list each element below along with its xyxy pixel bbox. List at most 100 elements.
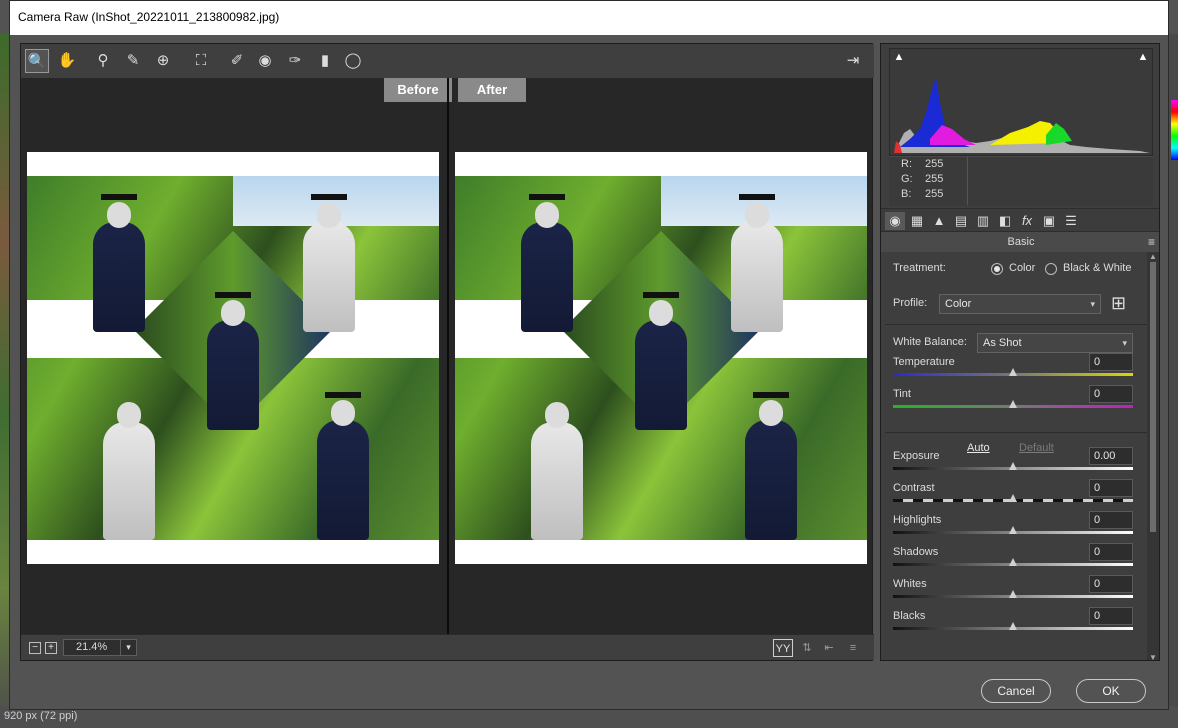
- shadows-value-input[interactable]: 0: [1089, 543, 1133, 561]
- tab-hsl[interactable]: ▤: [951, 212, 971, 230]
- copy-settings-button[interactable]: ⇤: [819, 639, 839, 657]
- color-sampler-tool-button[interactable]: ✎: [121, 49, 145, 73]
- photo-figure: [531, 402, 583, 540]
- white-balance-value: As Shot: [983, 337, 1022, 349]
- auto-link[interactable]: Auto: [967, 442, 990, 454]
- adjustment-brush-icon: ✑: [288, 52, 302, 69]
- zoom-out-button[interactable]: −: [29, 642, 41, 654]
- before-after-view-button[interactable]: YY: [773, 639, 793, 657]
- whites-value-input[interactable]: 0: [1089, 575, 1133, 593]
- red-eye-tool-button[interactable]: ◉: [253, 49, 277, 73]
- blacks-slider-handle[interactable]: [1009, 622, 1017, 630]
- scroll-down-icon[interactable]: ▼: [1148, 653, 1158, 660]
- panel-tabs: ◉ ▦ ▲ ▤ ▥ ◧ fx ▣ ☰: [881, 208, 1159, 232]
- blacks-label: Blacks: [893, 610, 926, 622]
- exposure-value-input[interactable]: 0.00: [1089, 447, 1133, 465]
- zoom-level-value: 21.4%: [76, 641, 108, 653]
- chevron-down-icon: ▾: [120, 640, 136, 655]
- shadows-slider-handle[interactable]: [1009, 558, 1017, 566]
- tab-lens-corrections[interactable]: ◧: [995, 212, 1015, 230]
- cancel-button[interactable]: Cancel: [981, 679, 1051, 703]
- tool-bar: 🔍 ✋ ⚲ ✎ ⊕ ⛶ ✐ ◉ ✑ ▮ ◯ ⇥: [21, 44, 874, 78]
- white-balance-tool-button[interactable]: ⚲: [91, 49, 115, 73]
- crop-icon: ⛶: [195, 52, 207, 69]
- tab-presets[interactable]: ☰: [1061, 212, 1081, 230]
- preview-preferences-button[interactable]: ≡: [843, 639, 863, 657]
- tab-detail[interactable]: ▲: [929, 212, 949, 230]
- graduated-filter-tool-button[interactable]: ▮: [313, 49, 337, 73]
- zoom-in-button[interactable]: +: [45, 642, 57, 654]
- rgb-readout: R: 255 G: 255 B: 255: [889, 156, 1153, 206]
- panel-menu-icon[interactable]: ≡: [1148, 232, 1155, 252]
- spot-removal-tool-button[interactable]: ✐: [225, 49, 249, 73]
- tab-split-toning[interactable]: ▥: [973, 212, 993, 230]
- temperature-value-input[interactable]: 0: [1089, 353, 1133, 371]
- radial-filter-tool-button[interactable]: ◯: [341, 49, 365, 73]
- minus-icon: −: [32, 642, 38, 653]
- detail-icon: ▲: [932, 213, 946, 228]
- targeted-adjustment-tool-button[interactable]: ⊕: [151, 49, 175, 73]
- crop-tool-button[interactable]: ⛶: [189, 49, 213, 73]
- treatment-color-radio[interactable]: [991, 263, 1003, 275]
- treatment-bw-label: Black & White: [1063, 262, 1132, 274]
- highlights-value-input[interactable]: 0: [1089, 511, 1133, 529]
- default-link[interactable]: Default: [1019, 442, 1054, 454]
- exposure-label: Exposure: [893, 450, 940, 462]
- exit-icon: ⇥: [846, 52, 860, 69]
- sliders-icon: ≡: [849, 642, 857, 654]
- calibration-icon: ▣: [1042, 213, 1056, 228]
- spot-removal-icon: ✐: [230, 52, 244, 69]
- profile-select[interactable]: Color ▾: [939, 294, 1101, 314]
- temperature-slider-handle[interactable]: [1009, 368, 1017, 376]
- background-color-spectrum: [1171, 100, 1178, 160]
- title-bar: Camera Raw (InShot_20221011_213800982.jp…: [10, 1, 1168, 35]
- exposure-slider-handle[interactable]: [1009, 462, 1017, 470]
- profile-value: Color: [945, 298, 972, 310]
- tab-tone-curve[interactable]: ▦: [907, 212, 927, 230]
- swap-icon: ⇅: [802, 642, 812, 654]
- b-value: 255: [925, 188, 944, 200]
- tab-basic[interactable]: ◉: [885, 212, 905, 230]
- tint-slider-handle[interactable]: [1009, 400, 1017, 408]
- exit-full-screen-button[interactable]: ⇥: [841, 49, 865, 73]
- g-label: G:: [901, 173, 913, 185]
- targeted-adjustment-icon: ⊕: [156, 52, 170, 69]
- tab-effects[interactable]: fx: [1017, 212, 1037, 230]
- background-status-text: 920 px (72 ppi): [4, 710, 78, 722]
- g-value: 255: [925, 173, 944, 185]
- highlights-slider-handle[interactable]: [1009, 526, 1017, 534]
- panel-scrollbar[interactable]: ▲ ▼: [1147, 252, 1159, 660]
- adjustment-brush-tool-button[interactable]: ✑: [283, 49, 307, 73]
- ok-button[interactable]: OK: [1076, 679, 1146, 703]
- divider: [885, 324, 1149, 325]
- contrast-slider-handle[interactable]: [1009, 494, 1017, 502]
- preview-area: 🔍 ✋ ⚲ ✎ ⊕ ⛶ ✐ ◉ ✑ ▮ ◯ ⇥ Before After − +…: [20, 43, 874, 661]
- hand-tool-button[interactable]: ✋: [55, 49, 79, 73]
- zoom-tool-button[interactable]: 🔍: [25, 49, 49, 73]
- after-tab[interactable]: After: [458, 78, 526, 102]
- whites-slider-handle[interactable]: [1009, 590, 1017, 598]
- photo-figure: [103, 402, 155, 540]
- scroll-thumb[interactable]: [1150, 262, 1156, 532]
- profile-browser-icon[interactable]: ⊞: [1111, 293, 1126, 314]
- panel-title: Basic: [1007, 236, 1035, 248]
- swap-settings-button[interactable]: ⇅: [797, 639, 817, 657]
- divider: [885, 432, 1149, 433]
- before-tab[interactable]: Before: [384, 78, 452, 102]
- blacks-value-input[interactable]: 0: [1089, 607, 1133, 625]
- before-image: [27, 152, 439, 564]
- scroll-up-icon[interactable]: ▲: [1148, 252, 1158, 261]
- fx-icon: fx: [1021, 213, 1033, 228]
- white-balance-select[interactable]: As Shot ▾: [977, 333, 1133, 353]
- temperature-label: Temperature: [893, 356, 955, 368]
- treatment-bw-radio[interactable]: [1045, 263, 1057, 275]
- tint-value-input[interactable]: 0: [1089, 385, 1133, 403]
- histogram-graph: [894, 77, 1150, 153]
- contrast-value-input[interactable]: 0: [1089, 479, 1133, 497]
- chevron-down-icon: ▾: [1090, 299, 1095, 309]
- photo-figure: [635, 292, 687, 430]
- zoom-level-select[interactable]: 21.4% ▾: [63, 639, 137, 656]
- presets-icon: ☰: [1065, 213, 1077, 228]
- tab-calibration[interactable]: ▣: [1039, 212, 1059, 230]
- contrast-label: Contrast: [893, 482, 935, 494]
